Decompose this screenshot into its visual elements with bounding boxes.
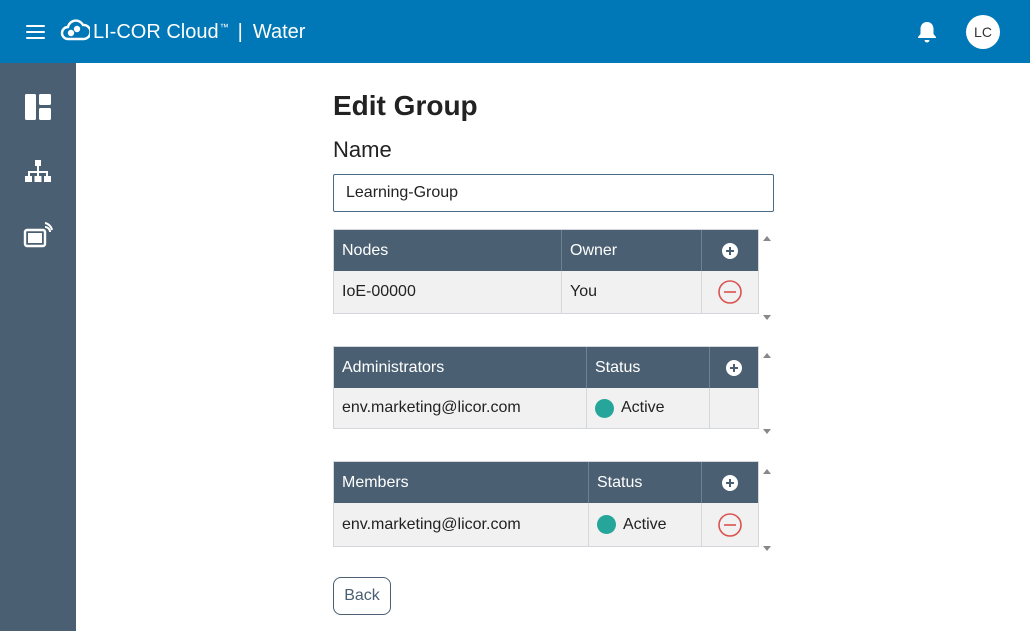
table-header: Nodes Owner (334, 230, 758, 271)
remove-member-cell (702, 503, 758, 546)
page-title: Edit Group (333, 90, 478, 121)
add-admin-cell (710, 347, 758, 388)
user-avatar[interactable]: LC (966, 15, 1000, 49)
nodes-table: Nodes Owner IoE-00000 You (333, 229, 759, 314)
product-name: Water (252, 21, 306, 43)
table-header: Administrators Status (334, 347, 758, 388)
admins-scroll-down-icon[interactable] (763, 429, 771, 434)
admin-status: Active (587, 388, 710, 428)
column-header-status: Status (587, 347, 710, 388)
members-scroll-up-icon[interactable] (763, 469, 771, 474)
remove-member-minus-icon[interactable] (717, 512, 743, 538)
column-header-owner: Owner (562, 230, 702, 271)
member-status: Active (589, 503, 702, 546)
node-id: IoE-00000 (334, 271, 562, 313)
status-label: Active (623, 515, 667, 533)
node-owner: You (562, 271, 702, 313)
add-member-plus-icon[interactable] (722, 474, 738, 491)
status-active-dot (595, 398, 614, 418)
administrators-table: Administrators Status env.marketing@lico… (333, 346, 759, 429)
group-name-input[interactable] (333, 174, 774, 212)
status-active-dot (597, 515, 616, 534)
app-brand[interactable]: LI-COR Cloud ™ | Water (93, 21, 305, 44)
admin-email: env.marketing@licor.com (334, 388, 587, 428)
members-scroll-down-icon[interactable] (763, 546, 771, 551)
sidebar-nav (0, 63, 76, 631)
member-email: env.marketing@licor.com (334, 503, 589, 546)
add-node-cell (702, 230, 758, 271)
menu-icon[interactable] (26, 25, 45, 39)
notifications-bell-icon[interactable] (914, 19, 940, 45)
top-app-bar: LI-COR Cloud ™ | Water LC (0, 0, 1030, 63)
add-member-cell (702, 462, 758, 503)
column-header-administrators: Administrators (334, 347, 587, 388)
remove-node-cell (702, 271, 758, 313)
licor-cloud-logo-icon (60, 19, 90, 41)
table-header: Members Status (334, 462, 758, 503)
add-admin-plus-icon[interactable] (726, 359, 742, 376)
admin-action-cell (710, 388, 758, 428)
add-node-plus-icon[interactable] (722, 242, 738, 259)
name-label: Name (333, 137, 392, 162)
admins-scroll-up-icon[interactable] (763, 353, 771, 358)
nodes-scroll-up-icon[interactable] (763, 236, 771, 241)
nodes-scroll-down-icon[interactable] (763, 315, 771, 320)
column-header-status: Status (589, 462, 702, 503)
trademark: ™ (219, 22, 229, 32)
hierarchy-icon[interactable] (23, 156, 53, 186)
table-row: env.marketing@licor.com Active (334, 503, 758, 546)
status-label: Active (621, 399, 665, 416)
column-header-members: Members (334, 462, 589, 503)
table-row: IoE-00000 You (334, 271, 758, 313)
table-row: env.marketing@licor.com Active (334, 388, 758, 428)
dashboard-icon[interactable] (23, 92, 53, 122)
column-header-nodes: Nodes (334, 230, 562, 271)
back-button[interactable]: Back (333, 577, 391, 615)
device-wireless-icon[interactable] (23, 221, 53, 251)
members-table: Members Status env.marketing@licor.com A… (333, 461, 759, 547)
brand-name: LI-COR Cloud (93, 21, 219, 43)
brand-separator: | (237, 21, 243, 43)
remove-node-minus-icon[interactable] (717, 279, 743, 305)
